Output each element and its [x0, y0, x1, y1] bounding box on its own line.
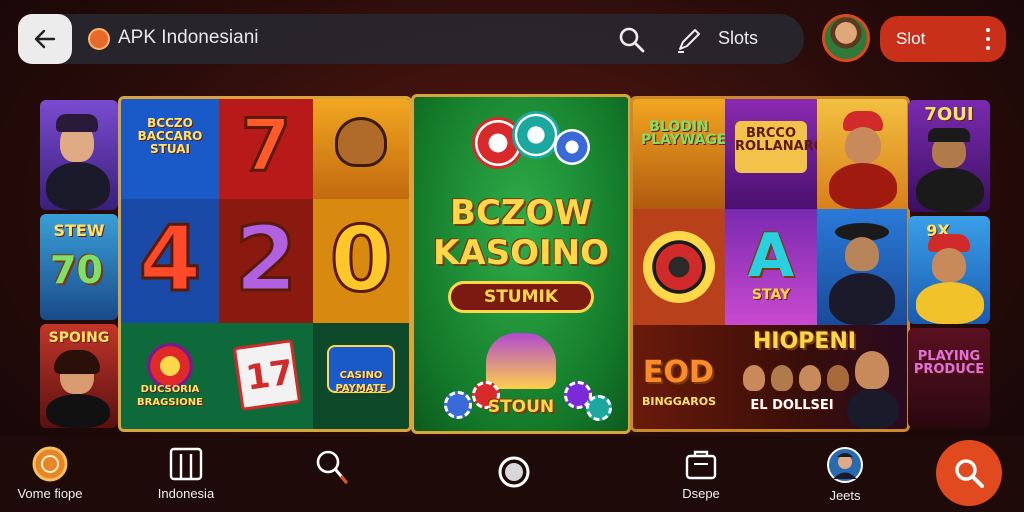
- nav-store-label: Dsepe: [682, 486, 720, 501]
- reel-digit-4: 4: [137, 206, 203, 314]
- coin-icon: [32, 446, 68, 482]
- reel-mid-right: 0: [313, 199, 409, 323]
- nav-search[interactable]: [308, 446, 356, 486]
- game-tile-blodin[interactable]: BLODIN PLAYWAGE: [633, 99, 725, 209]
- jester-mascot: [486, 333, 556, 389]
- right-banner-bottom[interactable]: PLAYING PRODUCE: [908, 328, 990, 428]
- reel-top-right: [313, 99, 409, 199]
- featured-ribbon-label: STUMIK: [483, 287, 559, 307]
- slot-reels-panel[interactable]: BCCZO BACCARO STUAI 7 4 2 0 DUCSORIA BRA…: [118, 96, 412, 432]
- address-bar[interactable]: APK Indonesiani Slots: [18, 14, 804, 64]
- reel-digit-0: 0: [328, 206, 394, 314]
- more-vertical-icon: [986, 28, 990, 50]
- bag-icon: [685, 450, 717, 480]
- left-mid-title: STEW: [53, 221, 105, 240]
- nav-indonesia[interactable]: Indonesia: [148, 446, 224, 501]
- reel-digit-7: 7: [239, 102, 292, 189]
- right-banner-top[interactable]: 7OUI: [908, 100, 990, 212]
- nav-home-button[interactable]: [494, 454, 534, 490]
- reel-bottom-mid: 17: [219, 323, 313, 429]
- slot-menu-button[interactable]: Slot: [880, 16, 1006, 62]
- reel-digit-2: 2: [233, 206, 299, 314]
- site-title: APK Indonesiani: [118, 27, 259, 48]
- nav-profile-label: Jeets: [829, 488, 861, 503]
- hiopeni-title: HIOPENI: [753, 329, 857, 354]
- home-circle-icon: [498, 456, 530, 488]
- hiopeni-sub: BINGGAROS: [642, 395, 716, 408]
- nav-store[interactable]: Dsepe: [672, 446, 730, 501]
- nav-home[interactable]: Vome fiope: [14, 446, 86, 501]
- game-tile-mariachi[interactable]: [817, 209, 907, 325]
- search-pen-icon: [316, 450, 348, 484]
- game-tile-a-sub: STAY: [751, 287, 791, 303]
- arrow-left-icon: [34, 29, 56, 49]
- search-icon[interactable]: [618, 26, 646, 54]
- game-tile-dealer[interactable]: [817, 99, 907, 209]
- reel-bottom-right: CASINO PAYMATE: [313, 323, 409, 429]
- search-icon: [955, 459, 984, 488]
- nav-indonesia-label: Indonesia: [157, 486, 215, 501]
- reel-card-icon: 17: [232, 339, 302, 411]
- left-banner-mid[interactable]: STEW 70: [40, 214, 118, 320]
- game-banner-hiopeni[interactable]: HIOPENI EOD BINGGAROS EL DOLLSEI: [633, 325, 907, 429]
- reel-bottom-left: DUCSORIA BRAGSIONE: [121, 323, 219, 429]
- left-mid-number: 70: [50, 248, 103, 292]
- slots-tab[interactable]: Slots: [718, 28, 758, 49]
- search-fab-button[interactable]: [936, 440, 1002, 506]
- hiopeni-big: EOD: [643, 355, 714, 390]
- featured-ribbon: STUMIK: [448, 281, 594, 313]
- game-tile-brcco[interactable]: BRCCO ROLLANARO: [725, 99, 817, 209]
- game-tile-brcco-label: BRCCO ROLLANARO: [735, 126, 817, 154]
- reel-mid-left: 4: [121, 199, 219, 323]
- reel-card-number: 17: [243, 352, 296, 399]
- chip-stack-blue: [554, 129, 590, 165]
- site-favicon-icon: [88, 28, 110, 50]
- bottom-navigation: Vome fiope Indonesia Dsepe Jeets: [0, 436, 1024, 512]
- reel-bottom-left-label: DUCSORIA BRAGSIONE: [137, 384, 203, 408]
- left-bottom-title: SPOING: [48, 330, 110, 346]
- right-bottom-title: PLAYING PRODUCE: [913, 349, 985, 377]
- chip-stack-teal: [512, 111, 560, 159]
- profile-avatar[interactable]: [822, 14, 870, 62]
- game-grid-panel[interactable]: BLODIN PLAYWAGE BRCCO ROLLANARO A STAY H…: [630, 96, 910, 432]
- game-tile-roulette[interactable]: [633, 209, 725, 325]
- edit-pen-icon[interactable]: [674, 25, 704, 55]
- featured-chip-label: STOUN: [487, 397, 555, 417]
- hiopeni-mid: EL DOLLSEI: [750, 398, 834, 413]
- avatar-icon: [827, 447, 863, 483]
- right-side-banners: 7OUI 9X PLAYING PRODUCE: [908, 100, 990, 428]
- left-banner-top[interactable]: [40, 100, 118, 210]
- left-side-banners: STEW 70 SPOING: [40, 100, 118, 428]
- game-tile-a-letter: A: [747, 221, 795, 291]
- nav-home-label: Vome fiope: [17, 486, 83, 501]
- nav-profile[interactable]: Jeets: [818, 446, 872, 503]
- reel-top-mid: 7: [219, 99, 313, 199]
- reel-bottom-right-label: CASINO PAYMATE: [335, 370, 387, 394]
- left-banner-bottom[interactable]: SPOING: [40, 324, 118, 428]
- back-button[interactable]: [18, 14, 72, 64]
- grid-icon: [169, 447, 203, 481]
- game-tile-a-stay[interactable]: A STAY: [725, 209, 817, 325]
- featured-title-line1: BCZOW: [450, 193, 592, 233]
- featured-title-line2: KASOINO: [432, 233, 610, 273]
- game-tile-blodin-label: BLODIN PLAYWAGE: [641, 119, 725, 148]
- right-top-title: 7OUI: [924, 104, 974, 125]
- featured-casino-panel[interactable]: BCZOW KASOINO STUMIK STOUN: [411, 94, 631, 434]
- reel-mid-mid: 2: [219, 199, 313, 323]
- reel-top-left-label: BCCZO BACCARO STUAI: [137, 116, 203, 156]
- right-banner-mid[interactable]: 9X: [908, 216, 990, 324]
- reel-top-left: BCCZO BACCARO STUAI: [121, 99, 219, 199]
- slot-button-label: Slot: [896, 29, 926, 48]
